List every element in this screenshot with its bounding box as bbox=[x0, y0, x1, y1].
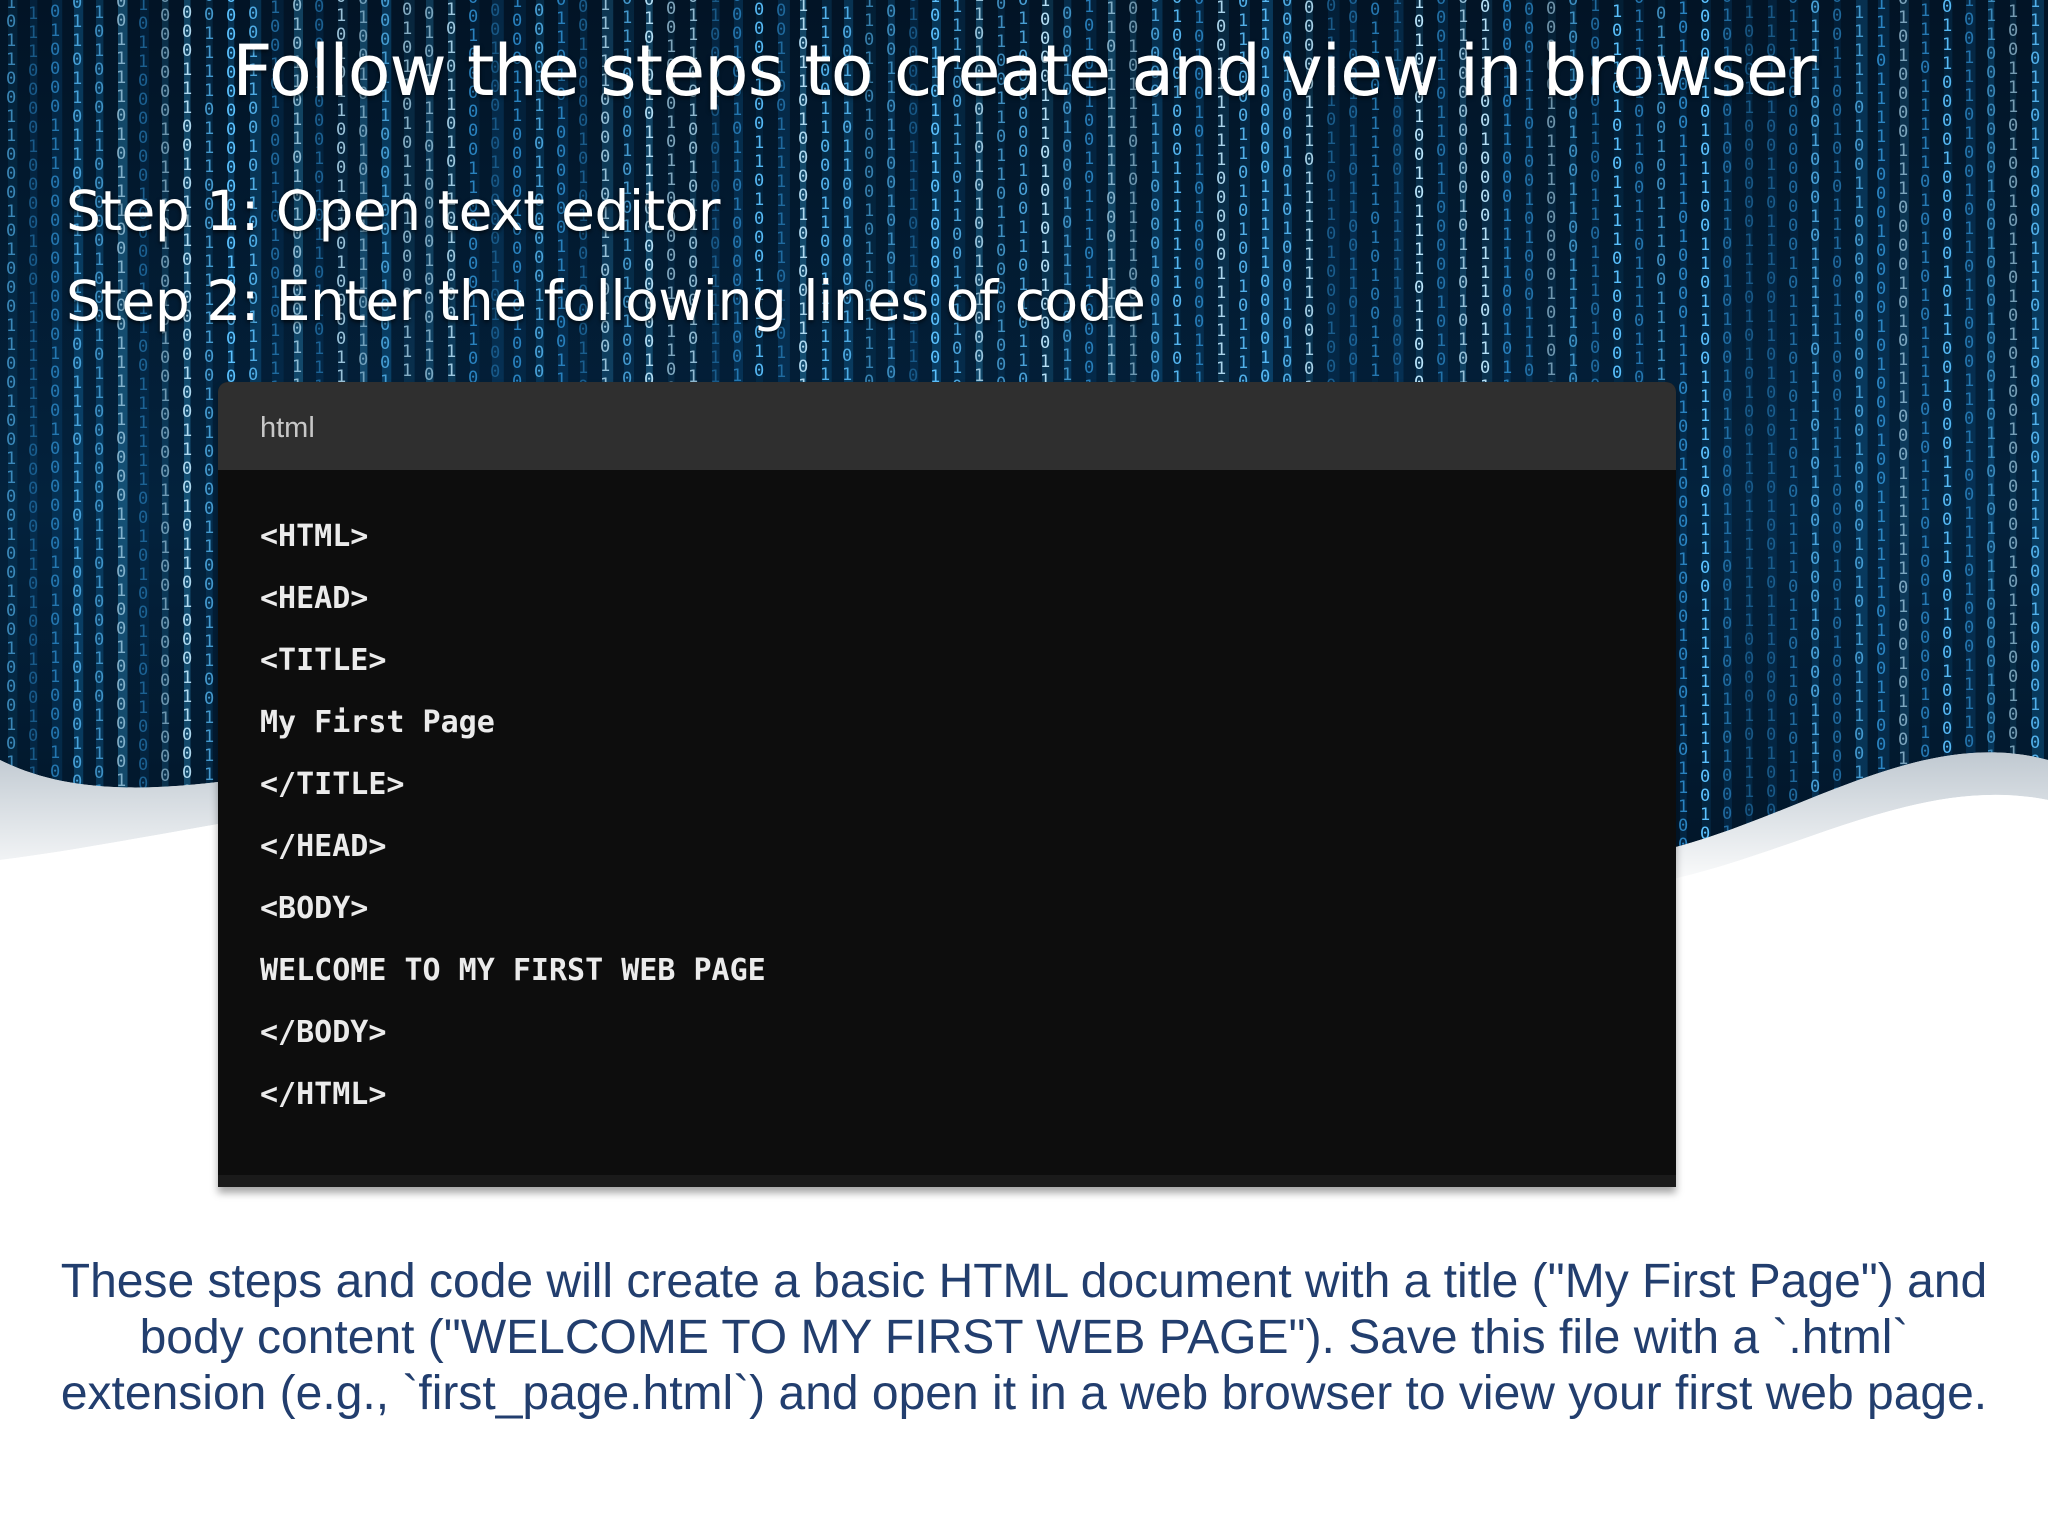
svg-text:001111010111001100111110000111: 0011110101110011001111100001110100100000… bbox=[116, 0, 126, 886]
code-line: </HEAD> bbox=[260, 829, 387, 864]
svg-text:011011011001111111001110111011: 0110110110011111110011101110110001101001… bbox=[72, 0, 82, 887]
slide: 1011001100010100011001001100100100100010… bbox=[0, 0, 2048, 1536]
step-1-text: Step 1: Open text editor bbox=[66, 179, 721, 243]
code-line: <HEAD> bbox=[260, 581, 369, 616]
slide-title: Follow the steps to create and view in b… bbox=[232, 30, 1817, 112]
code-line: <TITLE> bbox=[260, 643, 387, 678]
svg-text:000011010110011011001111010111: 0000110101100110110011110101110011111111… bbox=[1700, 0, 1710, 901]
code-block-body[interactable]: <HTML> <HEAD> <TITLE> My First Page </TI… bbox=[260, 506, 1636, 1126]
code-line: My First Page bbox=[260, 705, 495, 740]
svg-text:011100001000010011111111000001: 0111000010000100111111110000011010010010… bbox=[28, 0, 38, 898]
svg-text:111011111000100001010001001111: 1110111110001000010100010011111101001100… bbox=[1876, 0, 1886, 888]
code-block: html <HTML> <HEAD> <TITLE> My First Page… bbox=[218, 382, 1676, 1187]
code-language-label: html bbox=[260, 412, 315, 444]
code-line: <BODY> bbox=[260, 891, 369, 926]
svg-text:100011000000111010101001101111: 1000110000001110101010011011111110000101… bbox=[1744, 3, 1754, 897]
code-line: WELCOME TO MY FIRST WEB PAGE bbox=[260, 953, 766, 988]
code-block-header: html bbox=[218, 382, 1676, 470]
code-line: <HTML> bbox=[260, 519, 369, 554]
svg-text:011100000000001011101011010111: 0111000000000010111010110101111011011010… bbox=[1788, 0, 1798, 901]
svg-text:111110100110000000001001000010: 1111101001100000000010010000101011011100… bbox=[1854, 3, 1864, 897]
svg-text:111011011000011101100010011110: 1110110110000111011000100111100010000100… bbox=[2030, 0, 2040, 886]
svg-text:011110010001011111011101010010: 0111100100010111110111010100100010000111… bbox=[1810, 0, 1820, 892]
svg-text:101000110000010001011000000110: 1010001100000100010110000001101000100111… bbox=[94, 3, 104, 897]
svg-text:101100000010000111001111110010: 1011000000100001110011111100101001101100… bbox=[138, 0, 148, 889]
svg-text:001111011100011111100101000011: 0011110111000111111001010000110001110011… bbox=[204, 0, 214, 899]
svg-text:010101010011100101001011000111: 0101010100111001010010110001110010100110… bbox=[1722, 0, 1732, 900]
slide-caption: These steps and code will create a basic… bbox=[60, 1255, 1988, 1420]
svg-text:101000011110100001110100100001: 1010000111101000011101001000010001010110… bbox=[1678, 0, 1688, 893]
svg-text:000110010101110011100011110000: 0001100101011100111000111100001010100000… bbox=[1832, 0, 1842, 900]
code-line: </BODY> bbox=[260, 1015, 387, 1050]
svg-text:000000010111010010100100001101: 0000000101110100101001000011010010000010… bbox=[160, 0, 170, 900]
code-line: </HTML> bbox=[260, 1077, 387, 1112]
svg-text:110101001101110011010001101001: 1101010011011100110100011010010111000101… bbox=[1766, 3, 1776, 897]
code-block-footer bbox=[218, 1175, 1676, 1187]
svg-text:010000111000000000100010000001: 0100001110000000001000100000010101110001… bbox=[50, 2, 60, 896]
step-2-text: Step 2: Enter the following lines of cod… bbox=[66, 269, 1146, 333]
code-line: </TITLE> bbox=[260, 767, 405, 802]
svg-text:101100110001010001100100110010: 1011001100010100011001001100100100100010… bbox=[6, 0, 16, 887]
svg-text:000111001011101000010011001011: 0001110010111010000100110010110100011100… bbox=[182, 3, 192, 897]
